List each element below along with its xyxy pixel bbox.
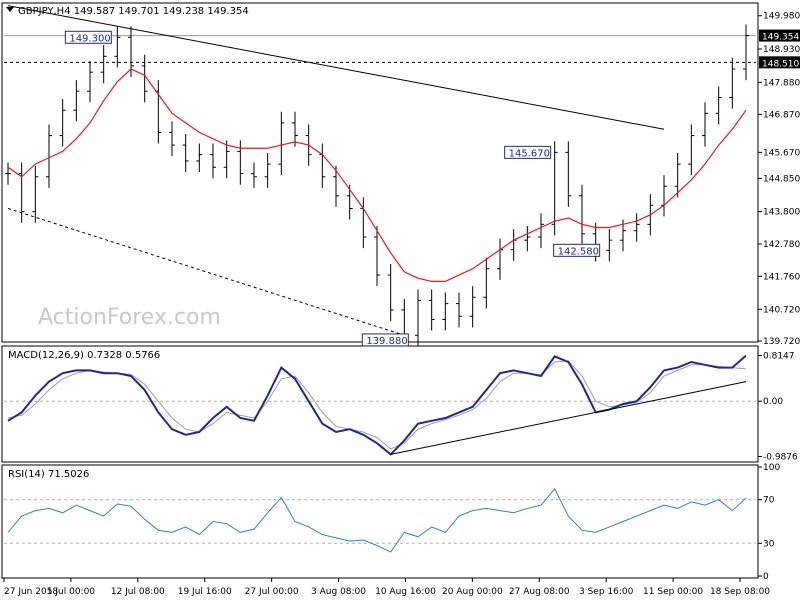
rsi-ytick-label: 70	[763, 496, 775, 506]
level-tag-label: 148.510	[762, 59, 799, 69]
x-tick-label: 19 Jul 16:00	[178, 587, 232, 597]
macd-ytick-label: 0.8147	[763, 352, 795, 362]
price-annotation-label: 149.300	[69, 33, 110, 44]
price-ytick-label: 144.850	[763, 174, 800, 184]
macd-ytick-label: -0.9876	[763, 453, 798, 463]
current-price-label: 149.354	[762, 33, 799, 43]
price-ytick-label: 142.780	[763, 240, 800, 250]
price-ytick-label: 149.980	[763, 12, 800, 22]
price-annotation-label: 139.880	[366, 336, 407, 347]
price-annotation-label: 142.580	[558, 246, 599, 257]
macd-ytick-label: 0.00	[763, 397, 783, 407]
price-ytick-label: 140.720	[763, 305, 800, 315]
x-tick-label: 27 Aug 08:00	[509, 587, 570, 597]
x-tick-label: 11 Sep 00:00	[643, 587, 703, 597]
rsi-title: RSI(14) 71.5026	[8, 469, 89, 480]
x-tick-label: 27 Jul 00:00	[245, 587, 299, 597]
price-ytick-label: 147.880	[763, 78, 800, 88]
symbol-header: GBPJPY,H4 149.587 149.701 149.238 149.35…	[18, 6, 249, 17]
x-tick-label: 10 Aug 16:00	[375, 587, 436, 597]
rsi-ytick-label: 0	[763, 572, 769, 582]
price-annotation-label: 145.670	[509, 148, 550, 159]
x-tick-label: 20 Aug 00:00	[442, 587, 503, 597]
watermark: ActionForex.com	[38, 305, 221, 330]
price-ytick-label: 139.720	[763, 337, 800, 347]
macd-title: MACD(12,26,9) 0.7328 0.5766	[8, 350, 160, 361]
price-ytick-label: 141.760	[763, 272, 800, 282]
x-tick-label: 12 Jul 08:00	[111, 587, 165, 597]
chart-background	[0, 0, 800, 600]
rsi-ytick-label: 100	[763, 463, 780, 473]
x-tick-label: 5 Jul 00:00	[47, 587, 96, 597]
price-ytick-label: 146.870	[763, 110, 800, 120]
price-ytick-label: 145.670	[763, 148, 800, 158]
price-ytick-label: 143.800	[763, 208, 800, 218]
x-tick-label: 18 Sep 08:00	[710, 587, 770, 597]
rsi-ytick-label: 30	[763, 539, 775, 549]
x-tick-label: 3 Aug 08:00	[311, 587, 366, 597]
price-ytick-label: 148.930	[763, 45, 800, 55]
x-tick-label: 3 Sep 16:00	[579, 587, 634, 597]
chart-canvas: GBPJPY,H4 149.587 149.701 149.238 149.35…	[0, 0, 800, 600]
